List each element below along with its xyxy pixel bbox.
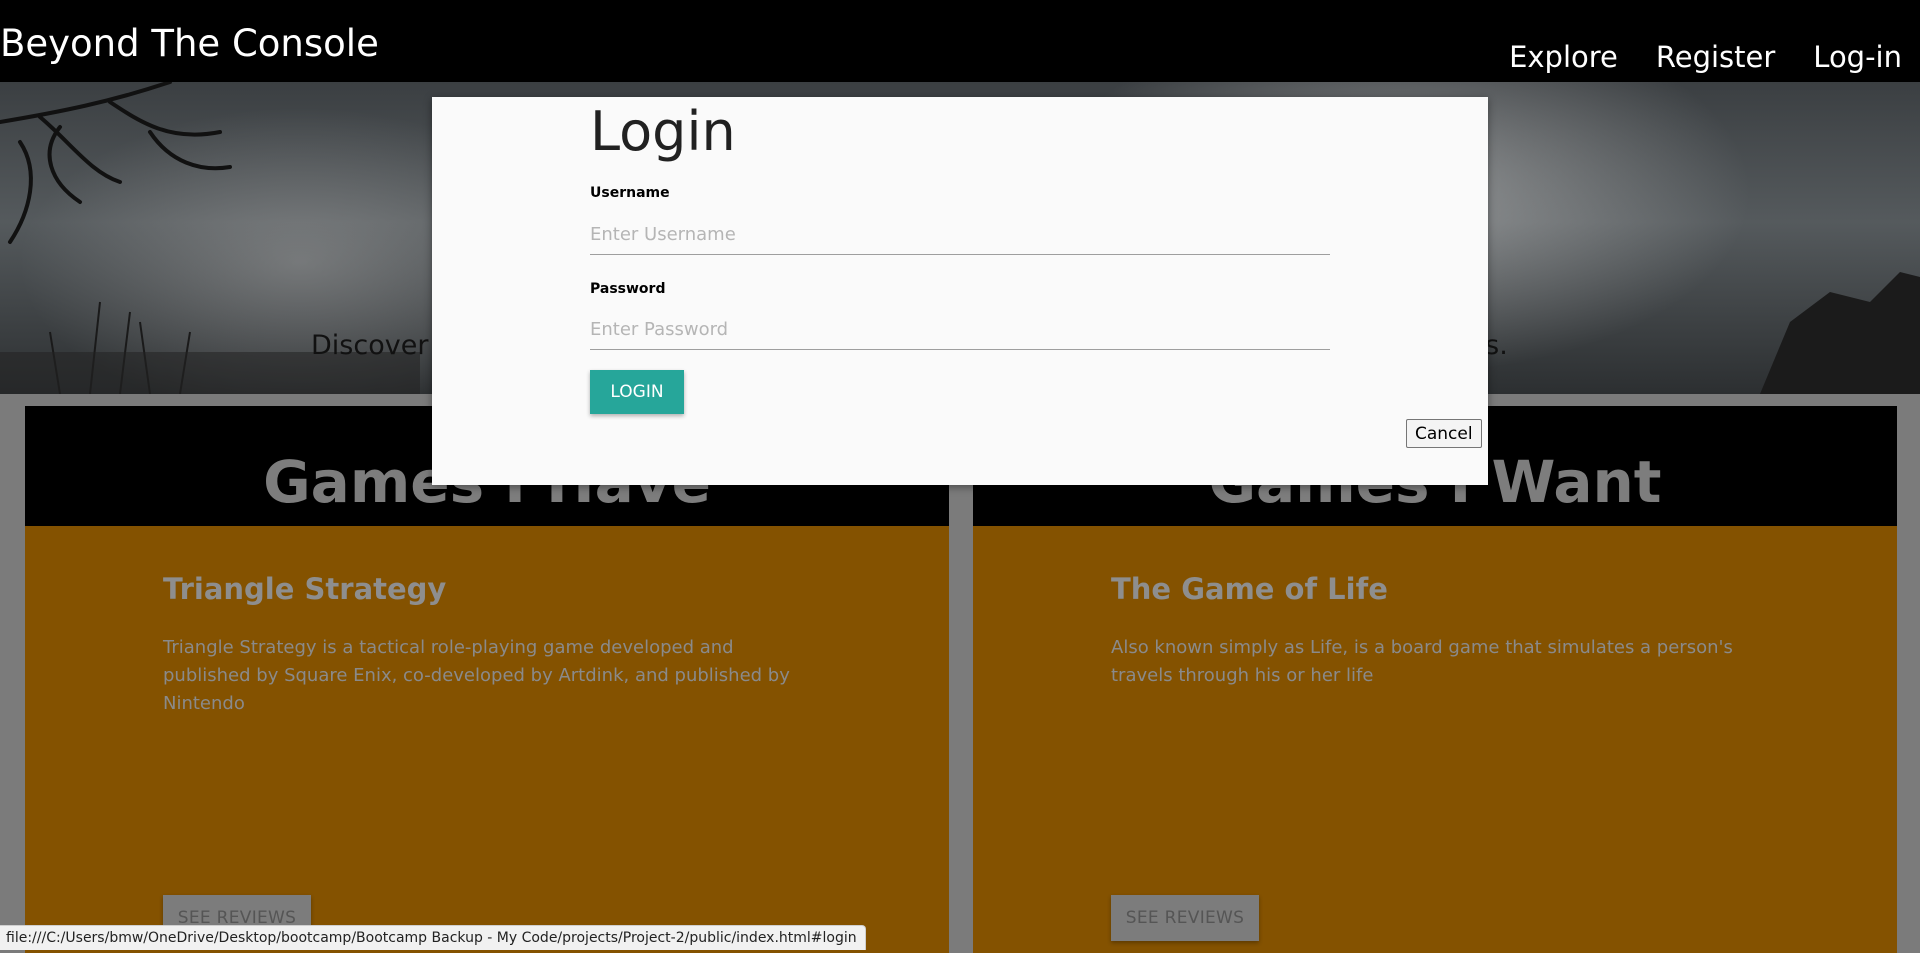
password-input[interactable]	[590, 309, 1330, 350]
rock-silhouette-image	[1760, 272, 1920, 394]
hero-tagline-start: Discover	[311, 330, 429, 361]
games-i-want-card: Games I Want The Game of Life Also known…	[973, 406, 1897, 953]
username-label: Username	[590, 185, 670, 201]
nav-explore-link[interactable]: Explore	[1509, 38, 1618, 76]
nav-register-link[interactable]: Register	[1656, 38, 1775, 76]
game-title: Triangle Strategy	[163, 572, 447, 606]
navbar: Beyond The Console Explore Register Log-…	[0, 0, 1920, 82]
username-input[interactable]	[590, 214, 1330, 255]
card-body: The Game of Life Also known simply as Li…	[1111, 572, 1771, 690]
status-bar-url: file:///C:/Users/bmw/OneDrive/Desktop/bo…	[0, 925, 866, 950]
login-button[interactable]: LOGIN	[590, 370, 684, 414]
brand-title[interactable]: Beyond The Console	[0, 20, 379, 68]
nav-links: Explore Register Log-in	[1509, 38, 1902, 76]
see-reviews-button[interactable]: SEE REVIEWS	[1111, 895, 1259, 941]
game-description: Also known simply as Life, is a board ga…	[1111, 637, 1733, 686]
games-i-have-card: Games I Have Triangle Strategy Triangle …	[25, 406, 949, 953]
nav-login-link[interactable]: Log-in	[1813, 38, 1902, 76]
card-body: Triangle Strategy Triangle Strategy is a…	[163, 572, 823, 718]
game-description: Triangle Strategy is a tactical role-pla…	[163, 637, 790, 714]
modal-title: Login	[590, 100, 736, 163]
cancel-button[interactable]: Cancel	[1406, 419, 1482, 448]
password-label: Password	[590, 281, 666, 297]
login-modal: Login Username Password LOGIN Cancel	[432, 97, 1488, 485]
game-title: The Game of Life	[1111, 572, 1388, 606]
